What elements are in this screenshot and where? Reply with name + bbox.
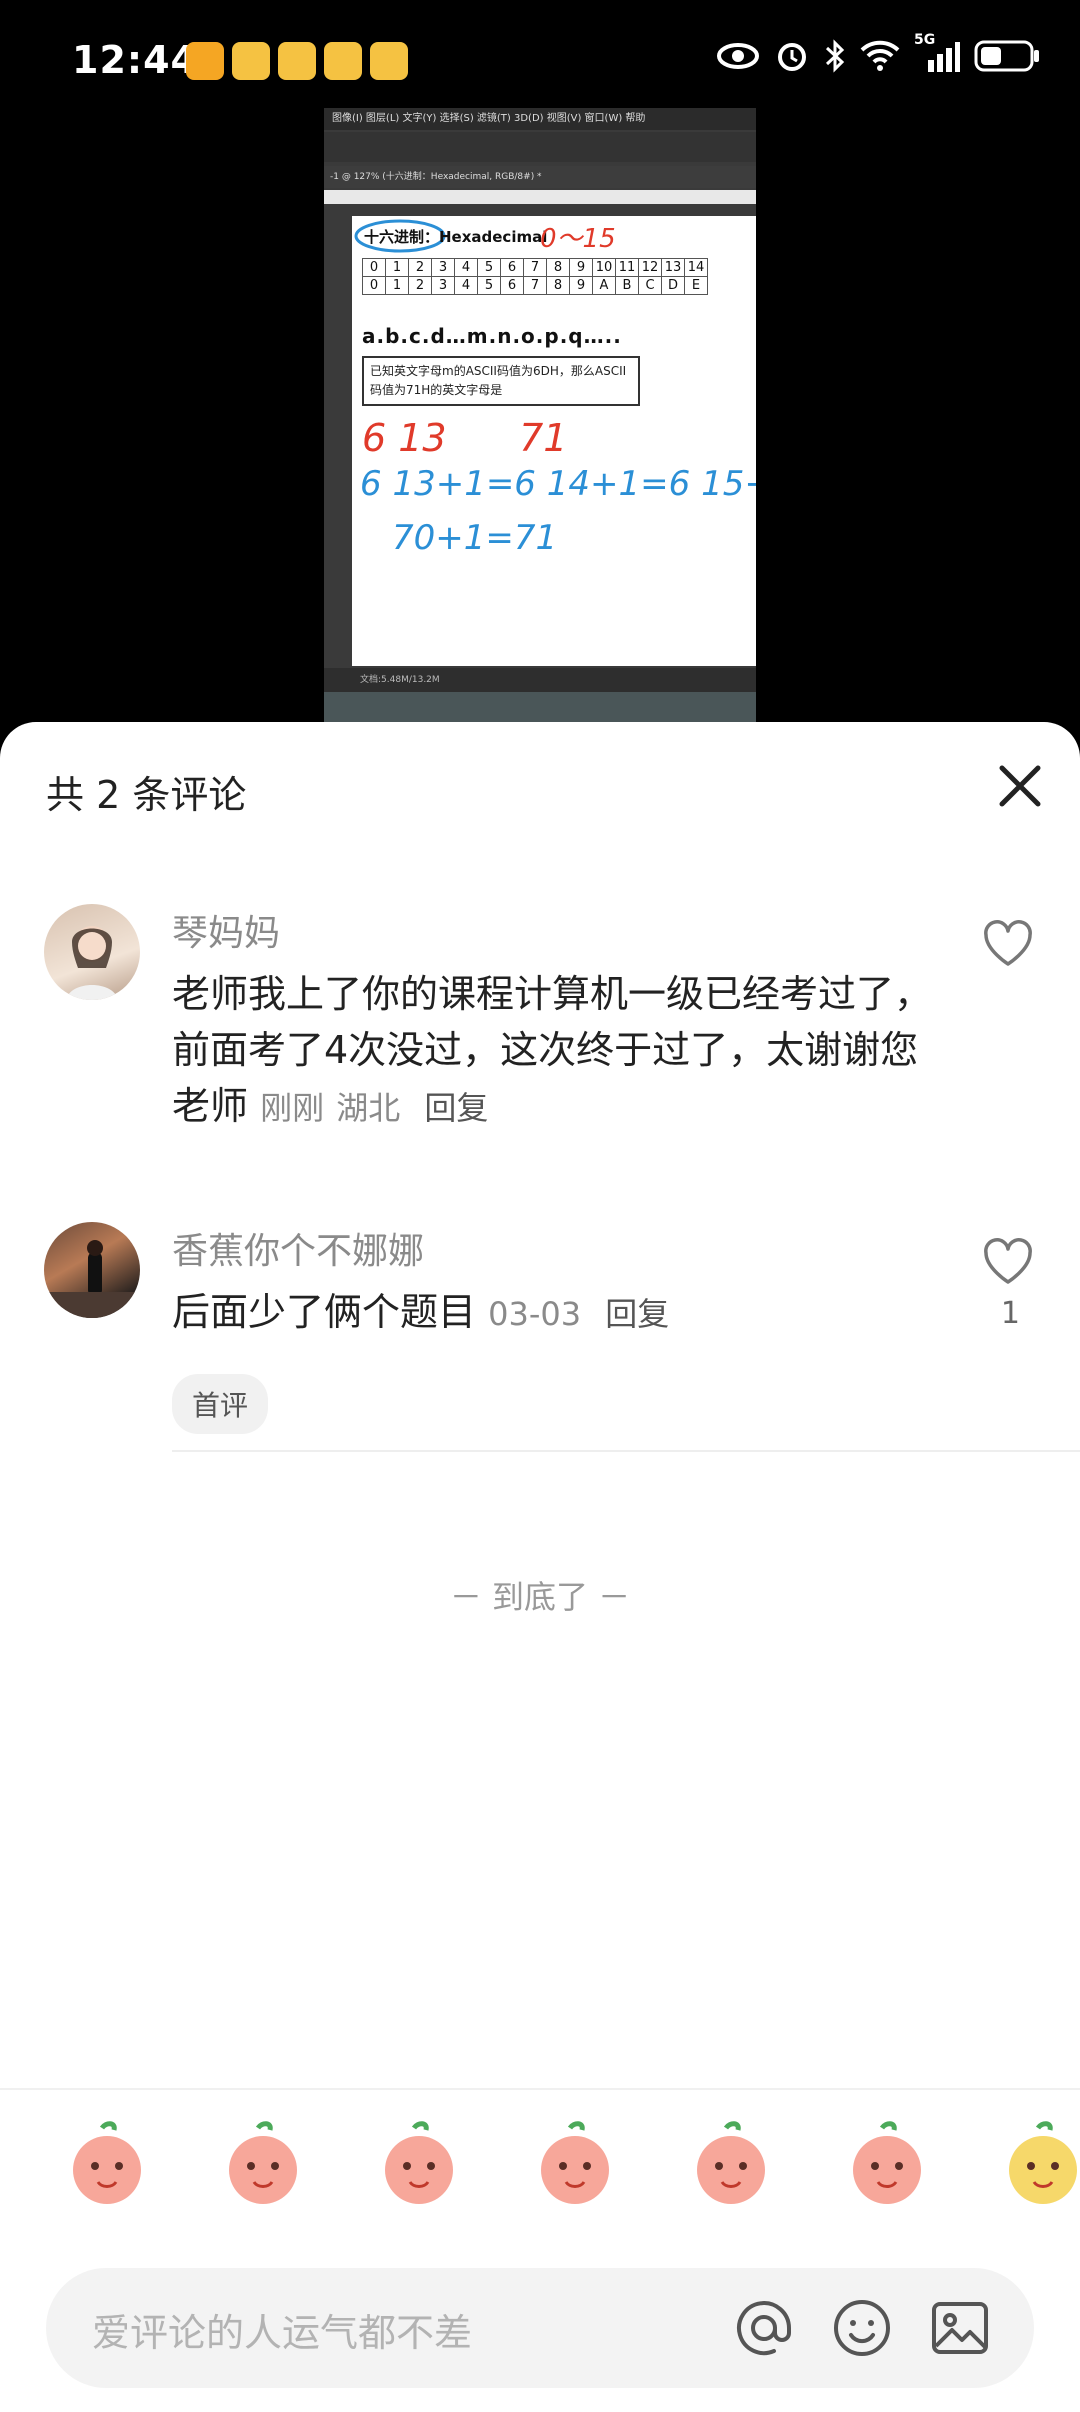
hex-cell: 8 bbox=[546, 258, 570, 277]
reply-button[interactable]: 回复 bbox=[424, 1089, 488, 1127]
comment-input[interactable]: 爱评论的人运气都不差 bbox=[46, 2268, 1034, 2388]
divider bbox=[0, 2088, 1080, 2090]
ps-ruler bbox=[324, 190, 756, 204]
ps-options-bar bbox=[324, 132, 756, 162]
hex-cell: 9 bbox=[569, 258, 593, 277]
hex-cell: 12 bbox=[638, 258, 662, 277]
hex-table: 0 1 2 3 4 5 6 7 8 9 10 11 12 13 14 0123456789ABCDE bbox=[362, 258, 708, 295]
first-comment-tag: 首评 bbox=[172, 1374, 269, 1434]
hex-cell: D bbox=[661, 276, 685, 295]
hex-cell: 4 bbox=[454, 258, 478, 277]
weibo-notification-icon bbox=[324, 42, 362, 80]
question-box: 已知英文字母m的ASCII码值为6DH，那么ASCII码值为71H的英文字母是 bbox=[362, 356, 640, 406]
hex-cell: 6 bbox=[500, 258, 524, 277]
emoji-icon[interactable] bbox=[830, 2296, 894, 2360]
hex-cell: E bbox=[684, 276, 708, 295]
hex-cell: 5 bbox=[477, 258, 501, 277]
hex-cell: 1 bbox=[385, 276, 409, 295]
weibo-notification-icon bbox=[278, 42, 316, 80]
hex-cell: 14 bbox=[684, 258, 708, 277]
hex-cell: 0 bbox=[362, 276, 386, 295]
divider bbox=[172, 1450, 1080, 1452]
hand-line-3: 70+1=71 bbox=[392, 518, 558, 558]
wifi-icon bbox=[860, 40, 900, 71]
comment-time: 03-03 bbox=[488, 1295, 582, 1333]
canvas-title: 十六进制：Hexadecimal bbox=[364, 228, 548, 246]
emoji-sticker[interactable] bbox=[218, 2120, 308, 2210]
alarm-icon bbox=[778, 43, 806, 71]
close-icon[interactable] bbox=[990, 756, 1050, 816]
hex-cell: B bbox=[615, 276, 639, 295]
comment-author[interactable]: 香蕉你个不娜娜 bbox=[172, 1222, 424, 1274]
avatar[interactable] bbox=[44, 1222, 140, 1318]
emoji-sticker[interactable] bbox=[374, 2120, 464, 2210]
emoji-sticker[interactable] bbox=[998, 2120, 1080, 2210]
hex-cell: 3 bbox=[431, 276, 455, 295]
hex-cell: 1 bbox=[385, 258, 409, 277]
alphabet-line: a.b.c.d…m.n.o.p.q….. bbox=[362, 324, 622, 348]
hex-cell: 13 bbox=[661, 258, 685, 277]
at-mention-icon[interactable] bbox=[732, 2296, 796, 2360]
hand-range: 0～15 bbox=[540, 224, 616, 254]
heart-icon[interactable] bbox=[980, 916, 1036, 972]
hand-line-1: 6 13 71 bbox=[362, 416, 568, 460]
comment-body: 后面少了俩个题目 03-03 回复 bbox=[172, 1284, 932, 1342]
cellular-signal-icon: 5G bbox=[914, 32, 960, 74]
video-player[interactable]: 图像(I) 图层(L) 文字(Y) 选择(S) 滤镜(T) 3D(D) 视图(V… bbox=[324, 108, 756, 723]
comment-count-title: 共 2 条评论 bbox=[46, 773, 247, 817]
hex-cell: 2 bbox=[408, 258, 432, 277]
comment-text: 后面少了俩个题目 bbox=[172, 1290, 477, 1334]
comment-author[interactable]: 琴妈妈 bbox=[172, 904, 280, 956]
hex-cell: 0 bbox=[362, 258, 386, 277]
emoji-sticker[interactable] bbox=[686, 2120, 776, 2210]
comment-input-placeholder: 爱评论的人运气都不差 bbox=[92, 2311, 473, 2355]
hex-cell: 4 bbox=[454, 276, 478, 295]
status-time: 12:44 bbox=[72, 38, 198, 82]
hex-cell: 11 bbox=[615, 258, 639, 277]
hex-cell: 9 bbox=[569, 276, 593, 295]
ps-status-bar: 文档:5.48M/13.2M bbox=[324, 668, 756, 692]
comment-body: 老师我上了你的课程计算机一级已经考过了，前面考了4次没过，这次终于过了，太谢谢您… bbox=[172, 966, 932, 1136]
emoji-sticker[interactable] bbox=[842, 2120, 932, 2210]
ps-canvas: 十六进制：Hexadecimal 0～15 0 1 2 3 4 5 6 7 8 9 10 11 12 13… bbox=[352, 216, 756, 666]
hand-line-2: 6 13+1=6 14+1=6 15+1=70 bbox=[360, 464, 756, 504]
comment-time: 刚刚 bbox=[260, 1089, 325, 1127]
hex-cell: C bbox=[638, 276, 662, 295]
battery-icon bbox=[974, 40, 1039, 72]
emoji-sticker[interactable] bbox=[530, 2120, 620, 2210]
ps-bottom bbox=[324, 692, 756, 723]
comment-sheet: 共 2 条评论 琴妈妈 老师我上了你的课程计算机一级已经考过了，前面考了4次没过… bbox=[0, 722, 1080, 2412]
status-bar: 12:44 5G bbox=[0, 0, 1080, 125]
ps-document-tab: -1 @ 127% (十六进制：Hexadecimal, RGB/8#) * bbox=[324, 166, 756, 188]
hex-cell: 7 bbox=[523, 276, 547, 295]
hex-cell: 5 bbox=[477, 276, 501, 295]
bluetooth-icon bbox=[825, 39, 845, 73]
hex-cell: 8 bbox=[546, 276, 570, 295]
avatar[interactable] bbox=[44, 904, 140, 1000]
hex-cell: 7 bbox=[523, 258, 547, 277]
reply-button[interactable]: 回复 bbox=[605, 1295, 669, 1333]
hex-cell: A bbox=[592, 276, 616, 295]
emoji-sticker[interactable] bbox=[62, 2120, 152, 2210]
hex-cell: 10 bbox=[592, 258, 616, 277]
hex-cell: 3 bbox=[431, 258, 455, 277]
app-notification-icon bbox=[186, 42, 224, 80]
end-of-list: － 到底了 － bbox=[449, 1578, 631, 1616]
like-count: 1 bbox=[1000, 1296, 1020, 1331]
hex-cell: 6 bbox=[500, 276, 524, 295]
image-icon[interactable] bbox=[928, 2296, 992, 2360]
hex-cell: 2 bbox=[408, 276, 432, 295]
heart-icon[interactable] bbox=[980, 1234, 1036, 1290]
weibo-notification-icon bbox=[232, 42, 270, 80]
ps-menubar: 图像(I) 图层(L) 文字(Y) 选择(S) 滤镜(T) 3D(D) 视图(V… bbox=[324, 108, 756, 130]
comment-location: 湖北 bbox=[336, 1089, 401, 1127]
eye-icon bbox=[717, 43, 759, 69]
weibo-notification-icon bbox=[370, 42, 408, 80]
